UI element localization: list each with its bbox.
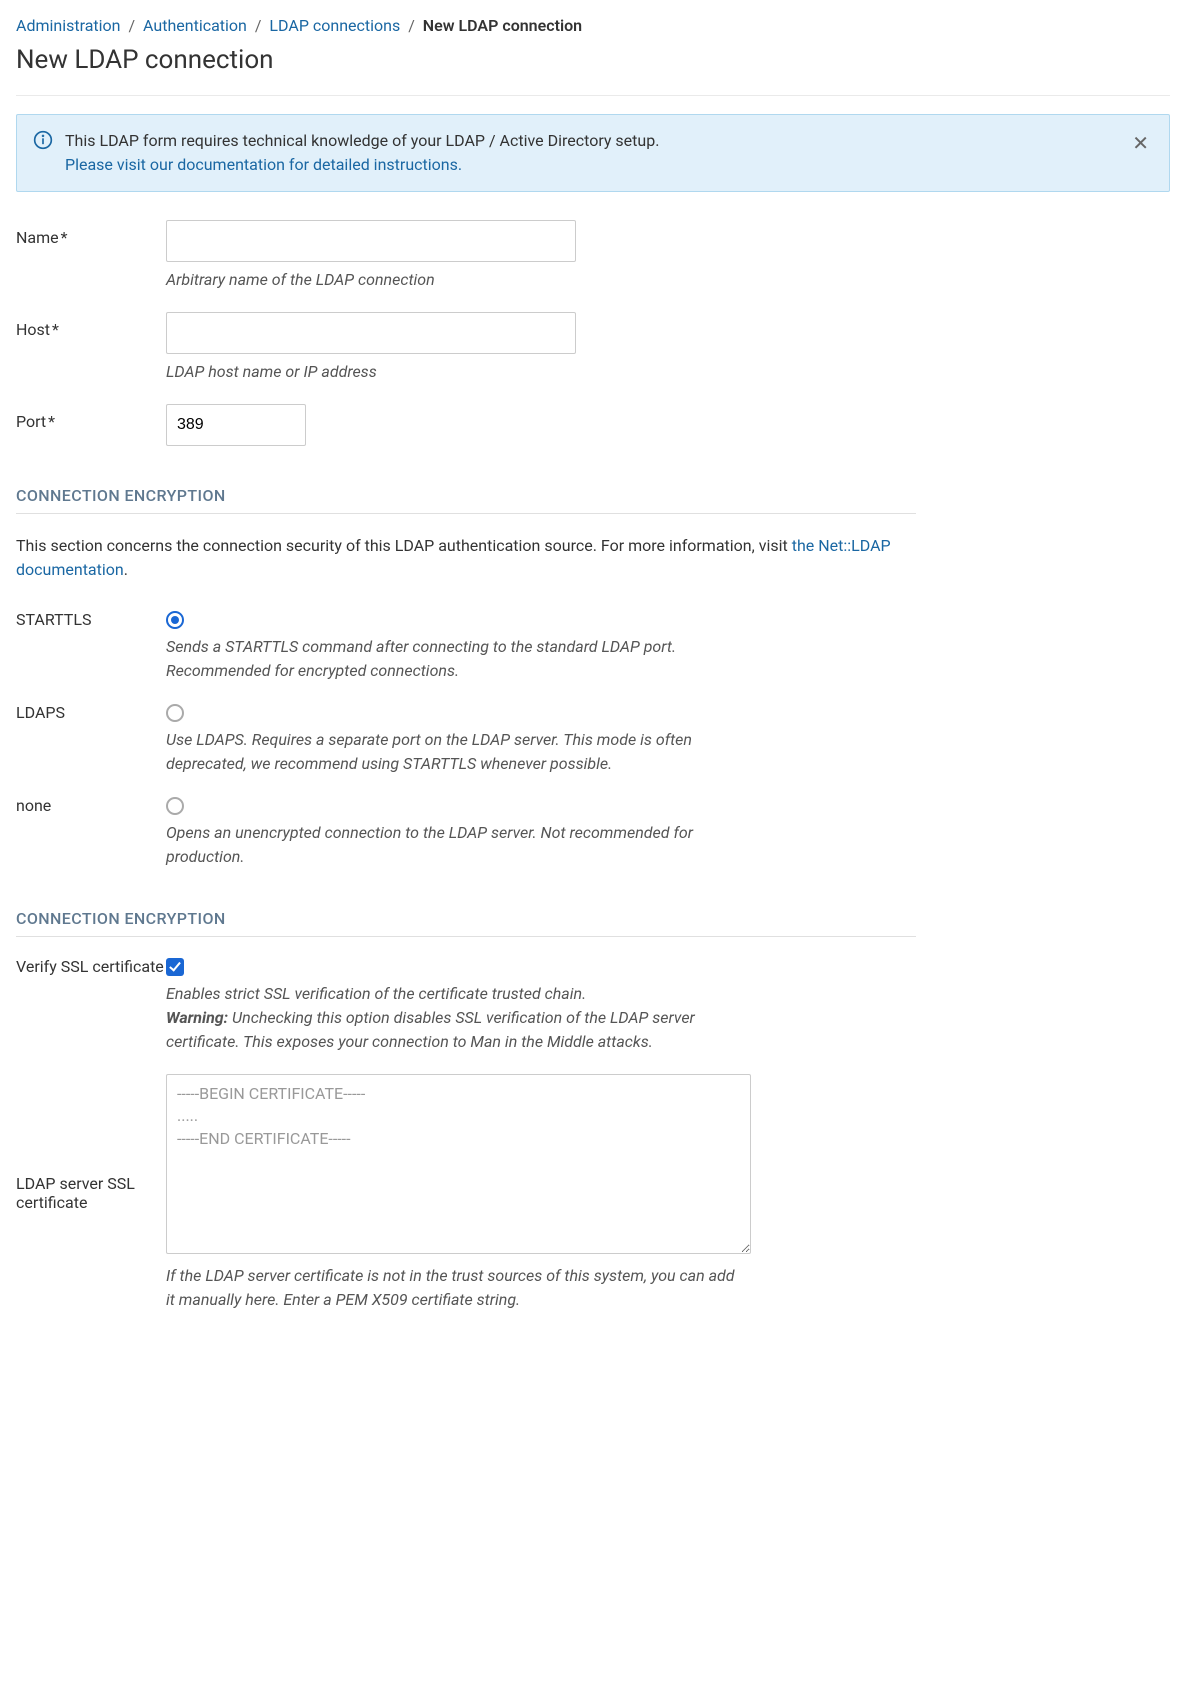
field-host: Host* LDAP host name or IP address (16, 312, 916, 384)
required-marker: * (48, 412, 55, 431)
name-input[interactable] (166, 220, 576, 262)
section-heading-encryption-1: CONNECTION ENCRYPTION (16, 486, 916, 514)
ssl-cert-textarea[interactable] (166, 1074, 751, 1254)
ssl-cert-label: LDAP server SSL certificate (16, 1174, 166, 1212)
section-encryption-desc: This section concerns the connection sec… (16, 534, 916, 582)
field-name: Name* Arbitrary name of the LDAP connect… (16, 220, 916, 292)
starttls-hint: Sends a STARTTLS command after connectin… (166, 635, 746, 683)
section-heading-encryption-2: CONNECTION ENCRYPTION (16, 909, 916, 937)
field-ssl-cert: LDAP server SSL certificate If the LDAP … (16, 1074, 916, 1312)
breadcrumb: Administration / Authentication / LDAP c… (16, 16, 1170, 35)
required-marker: * (61, 228, 68, 247)
field-none: none Opens an unencrypted connection to … (16, 796, 916, 869)
none-radio[interactable] (166, 797, 184, 815)
breadcrumb-authentication[interactable]: Authentication (143, 16, 247, 35)
ldaps-radio[interactable] (166, 704, 184, 722)
page-title: New LDAP connection (16, 45, 1170, 75)
name-label: Name (16, 228, 59, 247)
breadcrumb-separator: / (128, 16, 135, 35)
ssl-cert-hint: If the LDAP server certificate is not in… (166, 1264, 746, 1312)
host-hint: LDAP host name or IP address (166, 360, 746, 384)
breadcrumb-separator: / (408, 16, 415, 35)
port-input[interactable] (166, 404, 306, 446)
port-label: Port (16, 412, 46, 431)
verify-ssl-label: Verify SSL certificate (16, 957, 166, 976)
divider (16, 95, 1170, 96)
required-marker: * (52, 320, 59, 339)
starttls-radio[interactable] (166, 611, 184, 629)
info-banner-doc-link[interactable]: Please visit our documentation for detai… (65, 155, 462, 174)
info-banner-text: This LDAP form requires technical knowle… (65, 131, 659, 150)
breadcrumb-current: New LDAP connection (423, 16, 582, 35)
breadcrumb-separator: / (255, 16, 262, 35)
field-starttls: STARTTLS Sends a STARTTLS command after … (16, 610, 916, 683)
info-icon (33, 130, 53, 150)
verify-ssl-hint: Enables strict SSL verification of the c… (166, 982, 746, 1054)
info-banner: This LDAP form requires technical knowle… (16, 114, 1170, 192)
host-label: Host (16, 320, 50, 339)
none-label: none (16, 796, 166, 815)
close-icon[interactable]: ✕ (1128, 129, 1153, 157)
name-hint: Arbitrary name of the LDAP connection (166, 268, 746, 292)
starttls-label: STARTTLS (16, 610, 166, 629)
host-input[interactable] (166, 312, 576, 354)
verify-ssl-checkbox[interactable] (166, 958, 184, 976)
breadcrumb-ldap-connections[interactable]: LDAP connections (269, 16, 400, 35)
field-ldaps: LDAPS Use LDAPS. Requires a separate por… (16, 703, 916, 776)
breadcrumb-administration[interactable]: Administration (16, 16, 121, 35)
warning-label: Warning: (166, 1008, 228, 1027)
ldaps-label: LDAPS (16, 703, 166, 722)
ldaps-hint: Use LDAPS. Requires a separate port on t… (166, 728, 746, 776)
field-verify-ssl: Verify SSL certificate Enables strict SS… (16, 957, 916, 1054)
field-port: Port* (16, 404, 916, 446)
none-hint: Opens an unencrypted connection to the L… (166, 821, 746, 869)
